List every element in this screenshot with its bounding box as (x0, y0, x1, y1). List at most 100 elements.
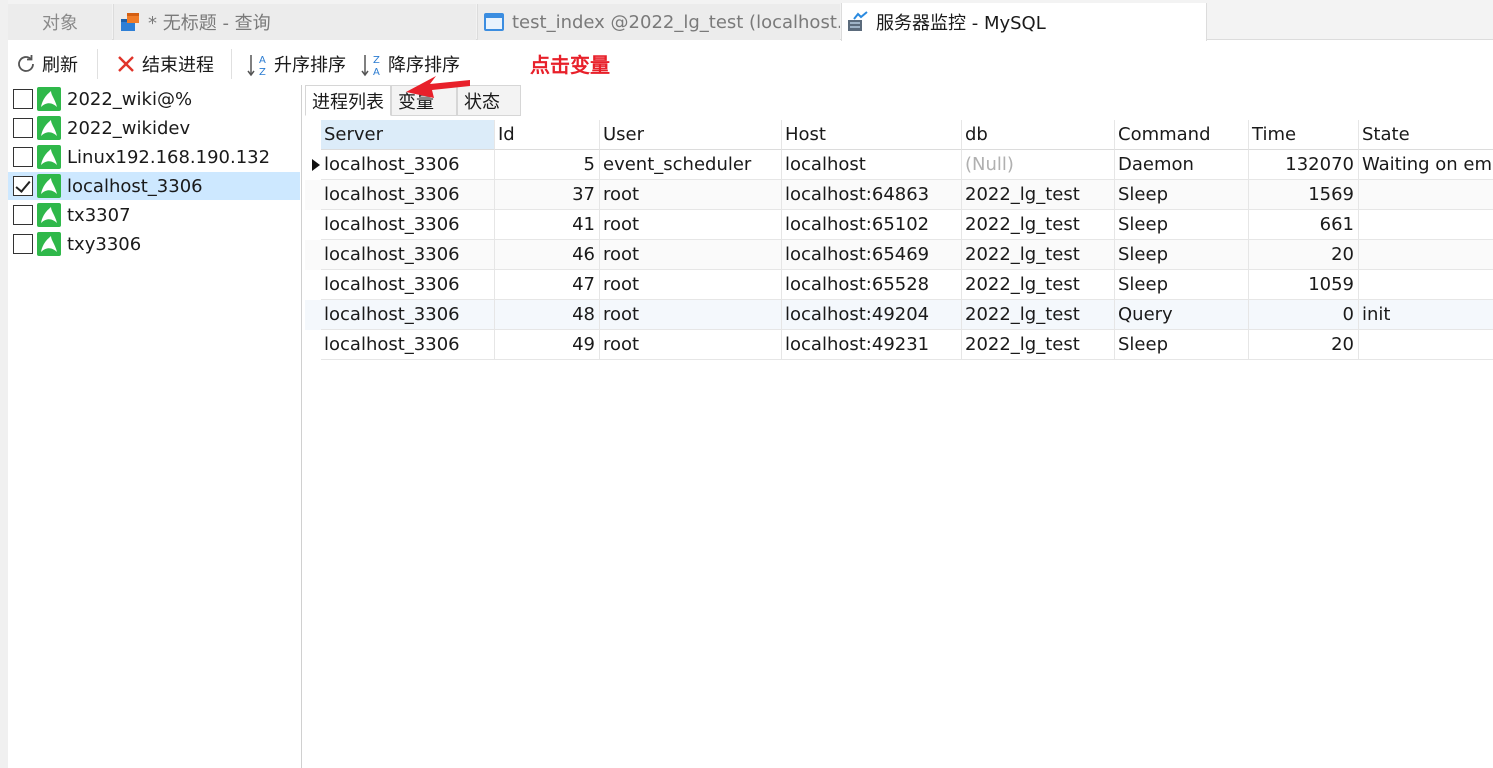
cell-state: Waiting on emp (1359, 150, 1493, 180)
svg-text:Z: Z (373, 55, 380, 66)
cell-command: Daemon (1115, 150, 1249, 180)
cell-host: localhost:65528 (782, 270, 962, 300)
server-name: tx3307 (67, 204, 131, 226)
refresh-button[interactable]: 刷新 (14, 49, 78, 79)
cell-user: event_scheduler (600, 150, 782, 180)
server-list: 2022_wiki@% 2022_wikidev Linux192.168.19… (8, 85, 302, 768)
cell-db: 2022_lg_test (962, 210, 1115, 240)
server-checkbox[interactable] (13, 234, 33, 254)
grid-header: Server Id User Host db Command Time Stat… (305, 120, 1493, 150)
cell-command: Sleep (1115, 210, 1249, 240)
left-gutter (0, 0, 8, 768)
tab-label: test_index @2022_lg_test (localhost... (512, 11, 840, 33)
mysql-icon (37, 87, 61, 111)
cell-command: Sleep (1115, 330, 1249, 360)
monitor-subtabs: 进程列表 变量 状态 (305, 85, 1493, 116)
tab-server-monitor[interactable]: 服务器监控 - MySQL (841, 3, 1207, 41)
table-row[interactable]: localhost_3306 41 root localhost:65102 2… (305, 210, 1493, 240)
svg-text:A: A (373, 67, 380, 78)
cell-command: Sleep (1115, 240, 1249, 270)
cell-user: root (600, 180, 782, 210)
close-icon (114, 52, 138, 76)
tab-objects[interactable]: 对象 (8, 4, 112, 40)
cell-time: 1569 (1249, 180, 1359, 210)
cell-db: 2022_lg_test (962, 300, 1115, 330)
table-row[interactable]: localhost_3306 48 root localhost:49204 2… (305, 300, 1493, 330)
cell-state (1359, 330, 1493, 360)
server-name: 2022_wikidev (67, 117, 191, 139)
cell-server: localhost_3306 (321, 240, 495, 270)
kill-process-label: 结束进程 (142, 55, 214, 76)
table-row[interactable]: localhost_3306 46 root localhost:65469 2… (305, 240, 1493, 270)
table-row[interactable]: localhost_3306 37 root localhost:64863 2… (305, 180, 1493, 210)
column-header-server[interactable]: Server (321, 120, 495, 150)
server-name: Linux192.168.190.132 (67, 146, 271, 168)
svg-text:A: A (259, 55, 266, 66)
column-header-state[interactable]: State (1359, 120, 1493, 150)
server-item-localhost-3306[interactable]: localhost_3306 (8, 172, 300, 200)
cell-id: 46 (495, 240, 600, 270)
table-row[interactable]: localhost_3306 47 root localhost:65528 2… (305, 270, 1493, 300)
cell-server: localhost_3306 (321, 150, 495, 180)
tab-label: 进程列表 (312, 91, 384, 113)
svg-text:Z: Z (259, 67, 266, 78)
cell-db: 2022_lg_test (962, 270, 1115, 300)
cell-host: localhost:65102 (782, 210, 962, 240)
cell-time: 661 (1249, 210, 1359, 240)
mysql-icon (37, 203, 61, 227)
mysql-icon (37, 232, 61, 256)
tab-test-index[interactable]: test_index @2022_lg_test (localhost... (477, 4, 840, 40)
cell-time: 1059 (1249, 270, 1359, 300)
tab-label: 对象 (42, 13, 78, 34)
sort-ascending-icon: A Z (246, 52, 270, 78)
server-item-txy3306[interactable]: txy3306 (8, 230, 300, 258)
process-list-grid: Server Id User Host db Command Time Stat… (305, 120, 1493, 768)
cell-command: Sleep (1115, 270, 1249, 300)
mysql-icon (37, 174, 61, 198)
cell-time: 132070 (1249, 150, 1359, 180)
cell-db: 2022_lg_test (962, 330, 1115, 360)
refresh-label: 刷新 (42, 55, 78, 76)
query-icon (118, 10, 142, 34)
server-item-2022-wikidev[interactable]: 2022_wikidev (8, 114, 300, 142)
column-header-time[interactable]: Time (1249, 120, 1359, 150)
cell-id: 37 (495, 180, 600, 210)
mysql-icon (37, 116, 61, 140)
column-header-id[interactable]: Id (495, 120, 600, 150)
kill-process-button[interactable]: 结束进程 (114, 49, 214, 79)
column-header-host[interactable]: Host (782, 120, 962, 150)
cell-command: Sleep (1115, 180, 1249, 210)
sort-ascending-button[interactable]: A Z 升序排序 (246, 49, 346, 79)
cell-state (1359, 240, 1493, 270)
cell-host: localhost:64863 (782, 180, 962, 210)
cell-server: localhost_3306 (321, 300, 495, 330)
server-checkbox[interactable] (13, 89, 33, 109)
server-checkbox[interactable] (13, 118, 33, 138)
cell-user: root (600, 240, 782, 270)
cell-server: localhost_3306 (321, 180, 495, 210)
tab-untitled-query[interactable]: * 无标题 - 查询 (113, 4, 476, 40)
cell-host: localhost:49231 (782, 330, 962, 360)
column-header-db[interactable]: db (962, 120, 1115, 150)
column-header-command[interactable]: Command (1115, 120, 1249, 150)
server-checkbox[interactable] (13, 147, 33, 167)
cell-state (1359, 180, 1493, 210)
server-checkbox[interactable] (13, 205, 33, 225)
tab-process-list[interactable]: 进程列表 (305, 85, 391, 116)
cell-db: 2022_lg_test (962, 240, 1115, 270)
cell-server: localhost_3306 (321, 210, 495, 240)
cell-id: 41 (495, 210, 600, 240)
cell-host: localhost (782, 150, 962, 180)
server-item-linux[interactable]: Linux192.168.190.132 (8, 143, 300, 171)
server-item-tx3307[interactable]: tx3307 (8, 201, 300, 229)
server-checkbox[interactable] (13, 176, 33, 196)
cell-user: root (600, 300, 782, 330)
column-header-user[interactable]: User (600, 120, 782, 150)
table-row[interactable]: localhost_3306 49 root localhost:49231 2… (305, 330, 1493, 360)
cell-time: 20 (1249, 240, 1359, 270)
table-row[interactable]: localhost_3306 5 event_scheduler localho… (305, 150, 1493, 180)
toolbar-divider (231, 49, 232, 79)
cell-id: 49 (495, 330, 600, 360)
server-item-2022-wiki[interactable]: 2022_wiki@% (8, 85, 300, 113)
cell-db: 2022_lg_test (962, 180, 1115, 210)
